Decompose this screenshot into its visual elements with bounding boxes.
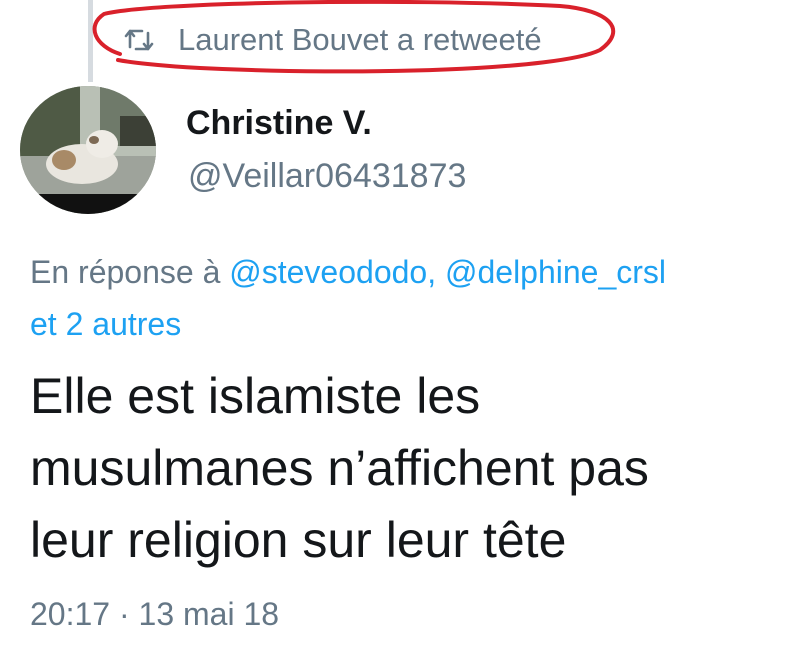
retweet-icon (124, 29, 154, 51)
tweet-body: Elle est islamiste les musulmanes n’affi… (30, 360, 790, 576)
mention-link-delphine-crsl[interactable]: @delphine_crsl (445, 254, 666, 290)
retweet-context[interactable]: Laurent Bouvet a retweeté (124, 18, 542, 62)
cat-photo-avatar (20, 86, 156, 214)
reply-others-link[interactable]: et 2 autres (30, 306, 181, 342)
author-display-name[interactable]: Christine V. (186, 104, 372, 143)
tweet-line: Elle est islamiste les (30, 368, 481, 424)
tweet-line: leur religion sur leur tête (30, 512, 567, 568)
reply-context: En réponse à @steveododo, @delphine_crsl… (30, 246, 800, 350)
thread-connector-line (88, 0, 93, 82)
mention-link-steveododo[interactable]: @steveododo, (229, 254, 436, 290)
avatar[interactable] (20, 86, 156, 214)
reply-prefix: En réponse à (30, 254, 221, 290)
author-handle[interactable]: @Veillar06431873 (188, 157, 466, 196)
tweet-timestamp[interactable]: 20:17 · 13 mai 18 (30, 596, 279, 633)
tweet-line: musulmanes n’affichent pas (30, 440, 649, 496)
retweeted-by-text: Laurent Bouvet a retweeté (178, 22, 542, 57)
